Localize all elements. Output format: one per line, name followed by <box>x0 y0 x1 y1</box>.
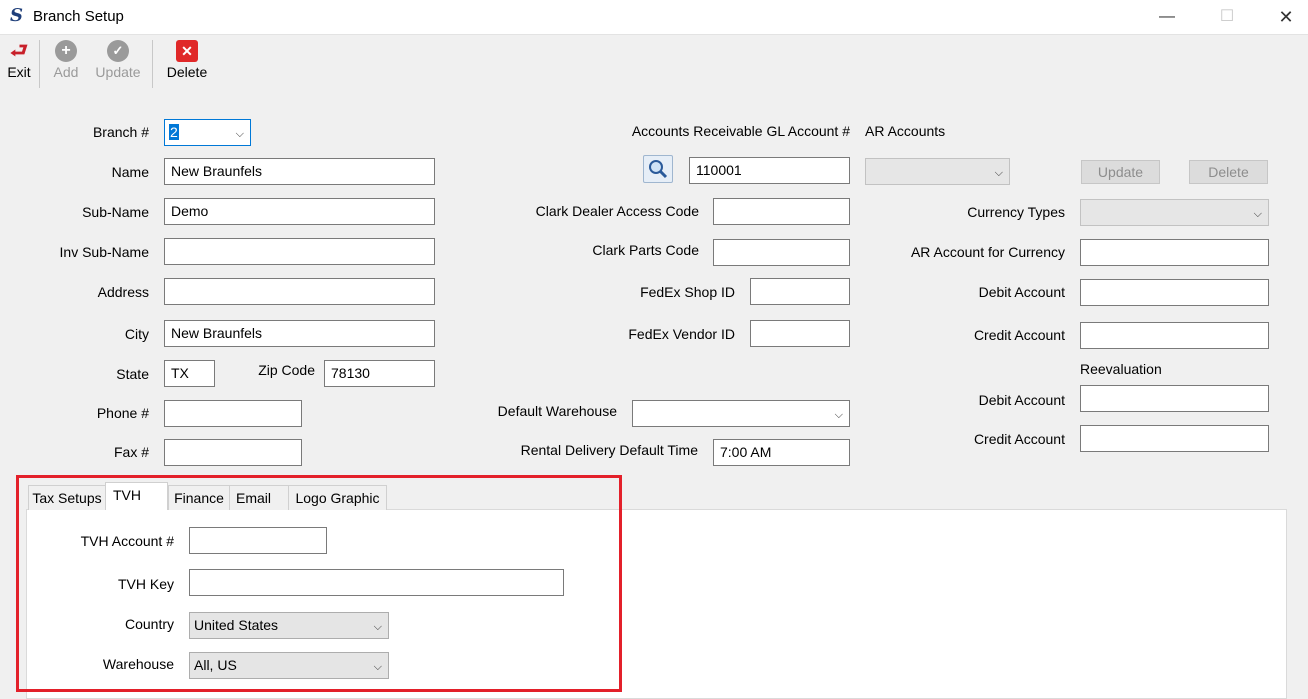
address-label: Address <box>97 284 149 300</box>
default-warehouse-label: Default Warehouse <box>497 403 617 419</box>
subname-label: Sub-Name <box>82 204 149 220</box>
minimize-button[interactable]: — <box>1147 5 1187 29</box>
fedex-vendor-field[interactable] <box>750 320 850 347</box>
chevron-down-icon: ⌵ <box>994 167 1003 179</box>
phone-label: Phone # <box>96 405 149 421</box>
state-field[interactable]: TX <box>164 360 215 387</box>
clark-parts-label: Clark Parts Code <box>592 242 699 258</box>
reeval-credit-field[interactable] <box>1080 425 1269 452</box>
reeval-debit-label: Debit Account <box>978 392 1065 408</box>
clark-parts-field[interactable] <box>713 239 850 266</box>
inv-subname-label: Inv Sub-Name <box>59 244 149 260</box>
city-label: City <box>124 326 149 342</box>
reevaluation-label: Reevaluation <box>1080 361 1162 377</box>
chevron-down-icon: ⌵ <box>834 409 843 421</box>
reeval-credit-label: Credit Account <box>973 431 1065 447</box>
fedex-shop-field[interactable] <box>750 278 850 305</box>
ar-accounts-select[interactable]: ⌵ <box>865 158 1010 185</box>
highlight-box <box>16 475 622 692</box>
reeval-debit-field[interactable] <box>1080 385 1269 412</box>
delete-label: Delete <box>166 64 208 80</box>
address-field[interactable] <box>164 278 435 305</box>
fedex-vendor-label: FedEx Vendor ID <box>628 326 735 342</box>
fax-label: Fax # <box>113 444 149 460</box>
credit-account-field[interactable] <box>1080 322 1269 349</box>
toolbar-separator <box>39 40 40 88</box>
rental-time-label: Rental Delivery Default Time <box>520 442 698 458</box>
inv-subname-field[interactable] <box>164 238 435 265</box>
exit-button[interactable]: ⮐ Exit <box>4 40 34 80</box>
default-warehouse-select[interactable]: ⌵ <box>632 400 850 427</box>
fedex-shop-label: FedEx Shop ID <box>640 284 735 300</box>
exit-label: Exit <box>7 64 31 80</box>
window-title: Branch Setup <box>33 8 124 25</box>
debit-account-label: Debit Account <box>978 284 1065 300</box>
fax-field[interactable] <box>164 439 302 466</box>
update-label: Update <box>95 64 141 80</box>
exit-icon: ⮐ <box>10 40 28 62</box>
title-bar <box>0 0 1308 35</box>
ar-update-button[interactable]: Update <box>1081 160 1160 184</box>
app-logo-icon: S <box>10 5 23 26</box>
credit-account-label: Credit Account <box>973 327 1065 343</box>
ar-accounts-label: AR Accounts <box>865 123 946 139</box>
clark-dealer-field[interactable] <box>713 198 850 225</box>
branch-value: 2 <box>169 124 179 140</box>
magnifier-icon <box>649 160 668 179</box>
lookup-button[interactable] <box>643 155 673 183</box>
ar-gl-account-label: Accounts Receivable GL Account # <box>631 123 850 139</box>
name-field[interactable]: New Braunfels <box>164 158 435 185</box>
delete-button[interactable]: ✕ Delete <box>163 40 211 80</box>
update-button[interactable]: ✓ Update <box>92 40 144 80</box>
zip-label: Zip Code <box>258 362 315 378</box>
ar-gl-account-field[interactable]: 110001 <box>689 157 850 184</box>
ar-currency-field[interactable] <box>1080 239 1269 266</box>
add-icon: + <box>55 40 77 62</box>
debit-account-field[interactable] <box>1080 279 1269 306</box>
toolbar-separator <box>152 40 153 88</box>
add-label: Add <box>53 64 79 80</box>
close-window-button[interactable]: ✕ <box>1266 5 1306 29</box>
checkmark-icon: ✓ <box>107 40 129 62</box>
currency-types-label: Currency Types <box>967 204 1065 220</box>
chevron-down-icon: ⌵ <box>235 128 244 140</box>
delete-icon: ✕ <box>176 40 198 62</box>
rental-time-field[interactable]: 7:00 AM <box>713 439 850 466</box>
chevron-down-icon: ⌵ <box>1253 208 1262 220</box>
phone-field[interactable] <box>164 400 302 427</box>
branch-select[interactable]: 2 ⌵ <box>164 119 251 146</box>
name-label: Name <box>111 164 149 180</box>
city-field[interactable]: New Braunfels <box>164 320 435 347</box>
subname-field[interactable]: Demo <box>164 198 435 225</box>
clark-dealer-label: Clark Dealer Access Code <box>535 203 699 219</box>
branch-label: Branch # <box>92 124 149 140</box>
maximize-button[interactable]: ☐ <box>1207 5 1247 29</box>
zip-field[interactable]: 78130 <box>324 360 435 387</box>
add-button[interactable]: + Add <box>48 40 84 80</box>
state-label: State <box>116 366 149 382</box>
ar-delete-button[interactable]: Delete <box>1189 160 1268 184</box>
ar-currency-label: AR Account for Currency <box>910 244 1065 260</box>
currency-types-select[interactable]: ⌵ <box>1080 199 1269 226</box>
